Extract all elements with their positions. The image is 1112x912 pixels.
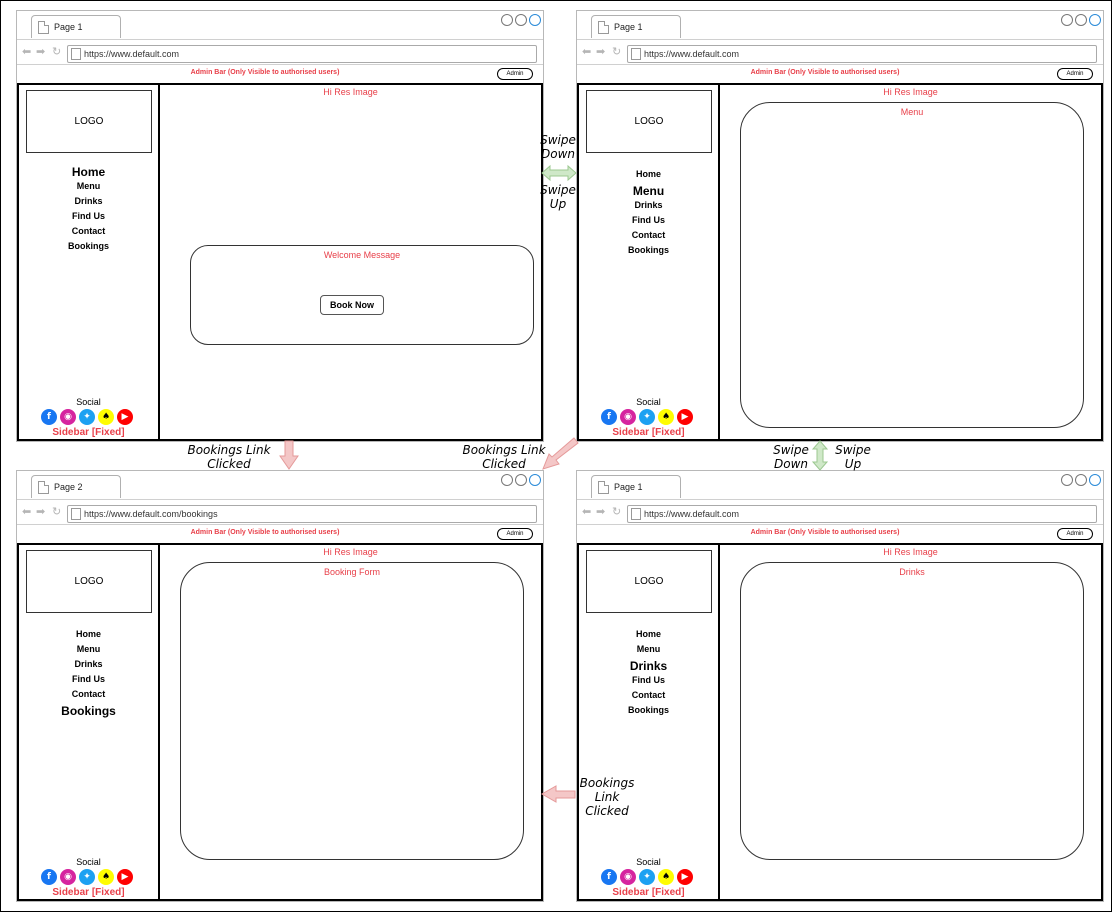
swipe-arrow-right: [811, 440, 829, 471]
bookings-arrow-bottom: [540, 785, 576, 803]
annotation-swipe-down-top: Swipe Down: [540, 133, 576, 161]
annotation-bookings-bottom: Bookings Link Clicked: [579, 776, 635, 818]
annotation-bookings-middle: Bookings Link Clicked: [462, 443, 546, 471]
bookings-arrow-middle: [542, 437, 579, 470]
annotation-swipe-up-top: Swipe Up: [540, 183, 576, 211]
bookings-arrow-left: [279, 440, 299, 470]
annotation-swipe-up-right: Swipe Up: [835, 443, 871, 471]
swipe-arrow-top: [541, 164, 577, 182]
annotation-swipe-down-right: Swipe Down: [773, 443, 809, 471]
annotation-bookings-left: Bookings Link Clicked: [187, 443, 271, 471]
